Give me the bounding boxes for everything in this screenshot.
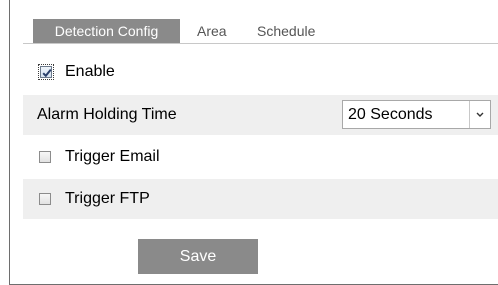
panel-left-border [9, 0, 10, 285]
tab-detection-config[interactable]: Detection Config [33, 19, 180, 43]
trigger-email-checkbox[interactable] [39, 151, 51, 163]
enable-row: Enable [23, 53, 498, 93]
alarm-holding-time-row: Alarm Holding Time 20 Seconds [23, 95, 498, 135]
save-button[interactable]: Save [138, 239, 258, 274]
trigger-email-row: Trigger Email [23, 137, 498, 177]
tab-area[interactable]: Area [197, 20, 227, 43]
checkmark-icon [42, 68, 52, 78]
alarm-holding-time-select[interactable]: 20 Seconds [342, 100, 491, 129]
chevron-down-icon [476, 112, 484, 117]
trigger-ftp-row: Trigger FTP [23, 179, 498, 219]
checkbox-box [40, 66, 52, 78]
trigger-ftp-label: Trigger FTP [65, 190, 150, 207]
tab-schedule[interactable]: Schedule [257, 20, 315, 43]
trigger-email-label: Trigger Email [65, 148, 160, 165]
alarm-holding-time-label: Alarm Holding Time [37, 106, 177, 123]
trigger-ftp-checkbox[interactable] [39, 193, 51, 205]
tab-bar: Detection Config Area Schedule [23, 7, 498, 44]
dropdown-button[interactable] [469, 101, 490, 128]
enable-label: Enable [65, 63, 115, 80]
enable-checkbox[interactable] [38, 64, 54, 80]
alarm-holding-time-value: 20 Seconds [348, 106, 433, 123]
